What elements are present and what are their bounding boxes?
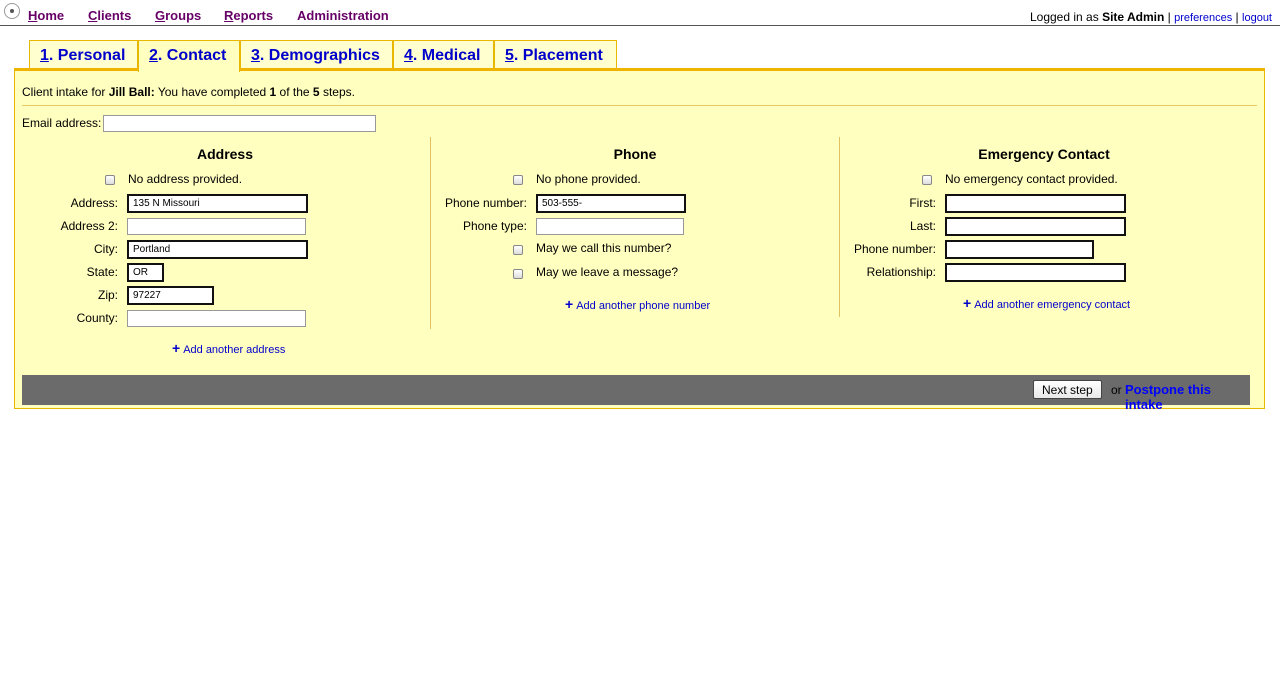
no-emergency-checkbox[interactable]: [922, 175, 932, 185]
last-name-field[interactable]: [945, 217, 1126, 236]
postpone-intake-link[interactable]: Postpone this intake: [1125, 382, 1250, 412]
city-label: City:: [94, 242, 118, 256]
nav-clients[interactable]: Clients: [88, 8, 131, 23]
tab-personal-link[interactable]: 1. Personal: [30, 41, 137, 65]
zip-label: Zip:: [97, 288, 118, 302]
phone-number-label: Phone number:: [444, 196, 527, 210]
or-text: or: [1111, 383, 1122, 397]
tab-placement-link[interactable]: 5. Placement: [495, 41, 616, 65]
no-address-label: No address provided.: [128, 172, 243, 186]
plus-icon: +: [963, 295, 972, 311]
add-address-link[interactable]: + Add another address: [172, 340, 285, 356]
first-name-label: First:: [909, 196, 936, 210]
phone-heading: Phone: [613, 146, 657, 162]
may-call-checkbox[interactable]: [513, 245, 523, 255]
intro-prefix: Client intake for: [22, 85, 106, 99]
state-field[interactable]: [127, 263, 164, 282]
divider: [22, 105, 1257, 106]
tab-demographics[interactable]: 3. Demographics: [240, 40, 393, 70]
address-field[interactable]: [127, 194, 308, 213]
city-field[interactable]: [127, 240, 308, 259]
intake-status: Client intake for Jill Ball: You have co…: [22, 85, 355, 99]
no-phone-checkbox[interactable]: [513, 175, 523, 185]
state-label: State:: [86, 265, 118, 279]
county-field[interactable]: [127, 310, 306, 327]
first-name-field[interactable]: [945, 194, 1126, 213]
add-phone-link[interactable]: + Add another phone number: [565, 296, 710, 312]
tab-placement[interactable]: 5. Placement: [494, 40, 617, 70]
no-phone-label: No phone provided.: [536, 172, 641, 186]
last-name-label: Last:: [909, 219, 936, 233]
tab-medical-link[interactable]: 4. Medical: [394, 41, 493, 65]
tab-demographics-link[interactable]: 3. Demographics: [241, 41, 392, 65]
login-status: Logged in as Site Admin | preferences | …: [1030, 10, 1272, 24]
login-user: Site Admin: [1102, 10, 1165, 24]
email-field[interactable]: [103, 115, 376, 132]
no-address-checkbox[interactable]: [105, 175, 115, 185]
intake-panel: Client intake for Jill Ball: You have co…: [14, 68, 1265, 412]
leave-message-label: May we leave a message?: [536, 265, 679, 279]
relationship-label: Relationship:: [866, 265, 936, 279]
plus-icon: +: [172, 340, 181, 356]
phone-type-field[interactable]: [536, 218, 684, 235]
email-label: Email address:: [22, 116, 102, 130]
nav-administration[interactable]: Administration: [297, 8, 389, 23]
login-separator: |: [1167, 10, 1171, 24]
steps-completed: 1: [269, 85, 277, 99]
plus-icon: +: [565, 296, 574, 312]
preferences-link[interactable]: preferences: [1174, 12, 1232, 24]
county-label: County:: [76, 311, 118, 325]
no-emergency-label: No emergency contact provided.: [945, 172, 1118, 186]
column-divider: [430, 137, 431, 329]
tab-contact[interactable]: 2. Contact: [138, 40, 240, 72]
tab-medical[interactable]: 4. Medical: [393, 40, 494, 70]
emergency-heading: Emergency Contact: [978, 146, 1110, 162]
address-heading: Address: [196, 146, 254, 162]
intro-text: You have completed: [157, 85, 267, 99]
nav-reports[interactable]: Reports: [224, 8, 273, 23]
phone-type-label: Phone type:: [462, 219, 527, 233]
emergency-phone-field[interactable]: [945, 240, 1094, 259]
add-emergency-contact-link[interactable]: + Add another emergency contact: [963, 295, 1130, 311]
may-call-label: May we call this number?: [536, 241, 672, 255]
address2-field[interactable]: [127, 218, 306, 235]
phone-number-field[interactable]: [536, 194, 686, 213]
nav-groups[interactable]: Groups: [155, 8, 201, 23]
tab-personal[interactable]: 1. Personal: [29, 40, 138, 70]
address-label: Address:: [70, 196, 118, 210]
app-logo-icon[interactable]: [4, 3, 20, 19]
nav-home[interactable]: Home: [28, 8, 64, 23]
intro-text: steps.: [322, 85, 355, 99]
zip-field[interactable]: [127, 286, 214, 305]
emergency-phone-label: Phone number:: [853, 242, 936, 256]
next-step-button[interactable]: Next step: [1033, 380, 1102, 399]
top-nav-bar: Home Clients Groups Reports Administrati…: [0, 0, 1280, 26]
login-separator: |: [1235, 10, 1239, 24]
steps-total: 5: [312, 85, 320, 99]
address2-label: Address 2:: [60, 219, 118, 233]
tab-contact-link[interactable]: 2. Contact: [139, 41, 239, 65]
leave-message-checkbox[interactable]: [513, 269, 523, 279]
login-prefix: Logged in as: [1029, 10, 1099, 24]
client-name: Jill Ball:: [108, 85, 155, 99]
intro-text: of the: [279, 85, 310, 99]
action-bar: Next step or Postpone this intake: [22, 375, 1250, 412]
relationship-field[interactable]: [945, 263, 1126, 282]
logout-link[interactable]: logout: [1242, 12, 1272, 24]
